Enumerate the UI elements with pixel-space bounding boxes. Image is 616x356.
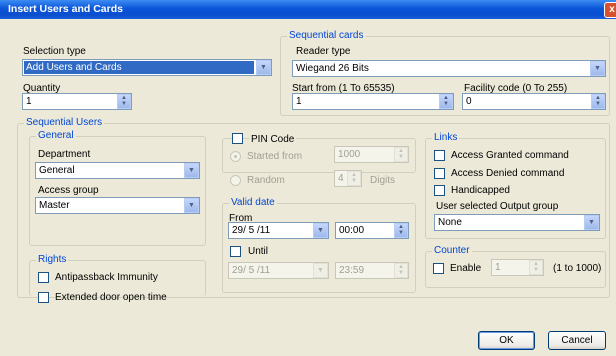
close-button[interactable]: x [604, 2, 616, 18]
spin-arrows-icon[interactable]: ▲ ▼ [439, 94, 453, 109]
from-date-picker[interactable]: 29/ 5 /11 ▼ [228, 222, 329, 239]
cancel-button[interactable]: Cancel [548, 331, 606, 350]
sequential-users-title: Sequential Users [24, 117, 105, 128]
reader-type-select[interactable]: Wiegand 26 Bits ▼ [292, 60, 606, 77]
close-icon: x [609, 4, 615, 15]
output-group-value: None [438, 217, 462, 228]
quantity-value: 1 [26, 96, 32, 107]
pin-code-label: PIN Code [249, 134, 297, 145]
counter-title: Counter [432, 245, 472, 256]
chevron-down-icon: ▼ [590, 61, 605, 76]
counter-value: 1 [495, 262, 501, 273]
access-granted-label: Access Granted command [451, 150, 569, 161]
chevron-down-icon: ▼ [313, 263, 328, 278]
digits-stepper[interactable]: 4 ▲ ▼ [334, 170, 362, 187]
started-from-label: Started from [247, 151, 303, 162]
until-time-value: 23:59 [339, 265, 365, 276]
random-label: Random [247, 175, 285, 186]
links-title: Links [432, 132, 460, 143]
from-date-value: 29/ 5 /11 [232, 225, 271, 236]
selection-type-label: Selection type [23, 46, 86, 57]
chevron-down-icon: ▼ [184, 198, 199, 213]
extended-door-checkbox[interactable] [38, 292, 49, 303]
department-value: General [39, 165, 75, 176]
digits-label: Digits [370, 175, 396, 186]
chevron-down-icon: ▼ [584, 215, 599, 230]
access-denied-label: Access Denied command [451, 168, 565, 179]
chevron-down-icon: ▼ [256, 60, 271, 75]
facility-code-value: 0 [466, 96, 472, 107]
started-from-value: 1000 [338, 149, 361, 160]
spin-arrows-icon[interactable]: ▲ ▼ [117, 94, 131, 109]
spin-arrows-icon[interactable]: ▲ ▼ [529, 260, 543, 275]
spin-arrows-icon[interactable]: ▲ ▼ [394, 147, 408, 162]
output-group-label: User selected Output group [436, 201, 559, 212]
quantity-stepper[interactable]: 1 ▲ ▼ [22, 93, 132, 110]
start-from-stepper[interactable]: 1 ▲ ▼ [292, 93, 454, 110]
spin-arrows-icon[interactable]: ▲ ▼ [394, 223, 408, 238]
counter-enable-label: Enable [450, 263, 482, 274]
department-label: Department [38, 149, 91, 160]
until-date-picker[interactable]: 29/ 5 /11 ▼ [228, 262, 329, 279]
until-label: Until [248, 246, 269, 257]
selection-type-value: Add Users and Cards [24, 61, 254, 74]
facility-code-stepper[interactable]: 0 ▲ ▼ [462, 93, 606, 110]
start-from-value: 1 [296, 96, 302, 107]
access-denied-checkbox[interactable] [434, 168, 445, 179]
title-bar: Insert Users and Cards x [0, 0, 616, 19]
until-time-stepper[interactable]: 23:59 ▲ ▼ [335, 262, 409, 279]
counter-enable-checkbox[interactable] [433, 263, 444, 274]
access-granted-checkbox[interactable] [434, 150, 445, 161]
counter-range-label: (1 to 1000) [553, 263, 602, 274]
department-select[interactable]: General ▼ [35, 162, 200, 179]
chevron-down-icon: ▼ [184, 163, 199, 178]
pin-code-checkbox[interactable] [232, 133, 243, 144]
reader-type-value: Wiegand 26 Bits [296, 63, 369, 74]
handicapped-label: Handicapped [451, 185, 510, 196]
spin-arrows-icon[interactable]: ▲ ▼ [394, 263, 408, 278]
valid-date-title: Valid date [229, 197, 277, 208]
antipassback-label: Antipassback Immunity [55, 272, 158, 283]
sequential-cards-title: Sequential cards [287, 30, 366, 41]
antipassback-checkbox[interactable] [38, 272, 49, 283]
from-time-stepper[interactable]: 00:00 ▲ ▼ [335, 222, 409, 239]
spin-arrows-icon[interactable]: ▲ ▼ [591, 94, 605, 109]
access-group-select[interactable]: Master ▼ [35, 197, 200, 214]
chevron-down-icon: ▼ [313, 223, 328, 238]
spin-arrows-icon[interactable]: ▲ ▼ [347, 171, 361, 186]
started-from-radio[interactable] [230, 151, 241, 162]
digits-value: 4 [338, 173, 344, 184]
from-time-value: 00:00 [339, 225, 365, 236]
until-checkbox[interactable] [230, 246, 241, 257]
general-title: General [36, 130, 76, 141]
output-group-select[interactable]: None ▼ [434, 214, 600, 231]
extended-door-label: Extended door open time [55, 292, 167, 303]
handicapped-checkbox[interactable] [434, 185, 445, 196]
access-group-value: Master [39, 200, 70, 211]
reader-type-label: Reader type [296, 46, 351, 57]
until-date-value: 29/ 5 /11 [232, 265, 271, 276]
selection-type-select[interactable]: Add Users and Cards ▼ [22, 59, 272, 76]
ok-button[interactable]: OK [478, 331, 535, 350]
started-from-stepper[interactable]: 1000 ▲ ▼ [334, 146, 409, 163]
window-title: Insert Users and Cards [8, 3, 123, 15]
counter-stepper[interactable]: 1 ▲ ▼ [491, 259, 544, 276]
random-radio[interactable] [230, 175, 241, 186]
insert-users-dialog: Insert Users and Cards x Selection type … [0, 0, 616, 356]
rights-title: Rights [36, 254, 69, 265]
access-group-label: Access group [38, 185, 99, 196]
